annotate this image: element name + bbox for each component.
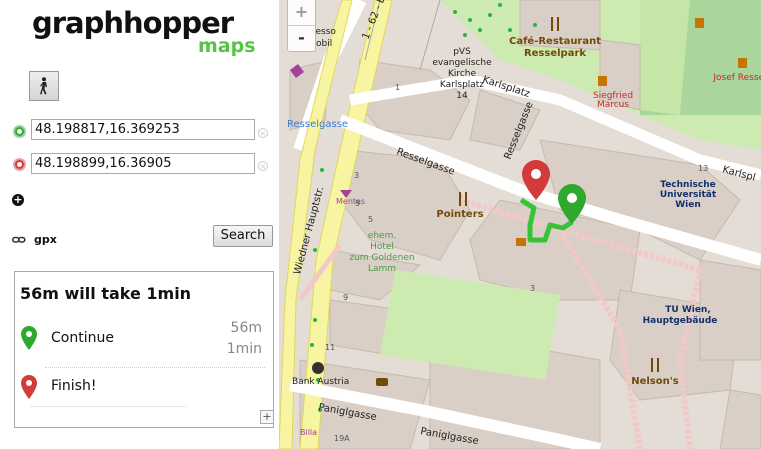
map-label-housenumber: 19A	[334, 434, 350, 443]
map-label-housenumber: 3	[530, 284, 535, 293]
clear-start-icon[interactable]: ×	[258, 128, 268, 138]
map-label-mentas: Mentas	[336, 197, 365, 206]
map-canvas[interactable]: 1 - 62 - Badner Wiedner Hauptstr. Karlsp…	[279, 0, 761, 449]
route-summary: 56m will take 1min	[20, 284, 192, 303]
instruction-text: Continue	[51, 330, 114, 346]
map-label-pvs4: Karlsplatz	[440, 80, 484, 90]
separator	[45, 367, 265, 368]
map-label-cafe2: Resselpark	[524, 48, 586, 59]
map-label-tu2: Universität	[660, 190, 717, 200]
map-label-bank: Bank Austria	[292, 377, 349, 387]
map-label-housenumber: 3	[354, 171, 359, 180]
vehicle-foot-button[interactable]	[29, 71, 59, 101]
map[interactable]: 1 - 62 - Badner Wiedner Hauptstr. Karlsp…	[279, 0, 761, 449]
map-label-housenumber: 13	[698, 164, 708, 173]
end-point-icon	[13, 158, 26, 171]
start-point-input[interactable]	[31, 119, 255, 140]
graphhopper-logo[interactable]: graphhopper maps	[32, 6, 257, 56]
map-label-pvs5: 14	[456, 91, 468, 101]
red-marker-icon	[21, 375, 37, 399]
start-point-icon	[13, 125, 26, 138]
map-label-billa: Billa	[300, 428, 317, 437]
search-button[interactable]: Search	[213, 225, 273, 247]
logo-sub-text: maps	[198, 35, 256, 57]
map-label-josef: Josef Ressel	[712, 73, 761, 83]
map-label-housenumber: 11	[325, 343, 335, 352]
map-label-hotel2: Hotel	[370, 242, 394, 252]
map-label-tu3: Wien	[675, 200, 701, 210]
map-label-tuh1: TU Wien,	[665, 305, 711, 315]
instructions-panel: 56m will take 1min Continue 56m 1min Fin…	[14, 271, 274, 428]
map-label-mobil: obil	[316, 39, 332, 49]
sidebar: graphhopper maps × × + gpx Search 56m wi…	[0, 0, 279, 449]
instruction-distance: 56m	[230, 320, 262, 336]
map-label-pvs2: evangelische	[432, 58, 492, 68]
green-marker-icon	[21, 326, 37, 350]
map-label-tu1: Technische	[660, 180, 716, 190]
instruction-text: Finish!	[51, 378, 97, 394]
map-label-cafe: Café-Restaurant	[509, 35, 601, 47]
map-label-hotel1: ehem.	[368, 231, 396, 241]
map-label-pvs1: pVS	[453, 47, 471, 57]
map-label-siegfried2: Marcus	[597, 100, 629, 110]
link-icon	[12, 236, 26, 243]
map-label-housenumber: 9	[343, 293, 348, 302]
expand-instructions-button[interactable]: +	[260, 410, 274, 424]
gpx-label: gpx	[34, 233, 57, 246]
zoom-in-button[interactable]: +	[288, 0, 315, 26]
map-label-pointers: Pointers	[436, 209, 483, 220]
map-label-housenumber: 5	[355, 199, 360, 208]
end-point-input[interactable]	[31, 153, 255, 174]
map-label-housenumber: 1	[395, 83, 400, 92]
pedestrian-icon	[40, 77, 47, 95]
map-label-tuh2: Hauptgebäude	[643, 316, 718, 326]
separator	[31, 406, 186, 407]
zoom-out-button[interactable]: -	[288, 26, 315, 51]
map-label-hotel4: Lamm	[368, 264, 396, 274]
clear-end-icon[interactable]: ×	[258, 161, 268, 171]
map-label-resselgasse-c: Resselgasse	[287, 119, 348, 130]
map-label-pvs3: Kirche	[448, 69, 477, 79]
map-label-housenumber: 5	[368, 215, 373, 224]
add-point-icon[interactable]: +	[12, 194, 24, 206]
zoom-control: + -	[287, 0, 316, 52]
instruction-time: 1min	[226, 341, 262, 357]
map-label-hotel3: zum Goldenen	[349, 253, 414, 263]
map-label-nelson: Nelson's	[631, 376, 679, 387]
